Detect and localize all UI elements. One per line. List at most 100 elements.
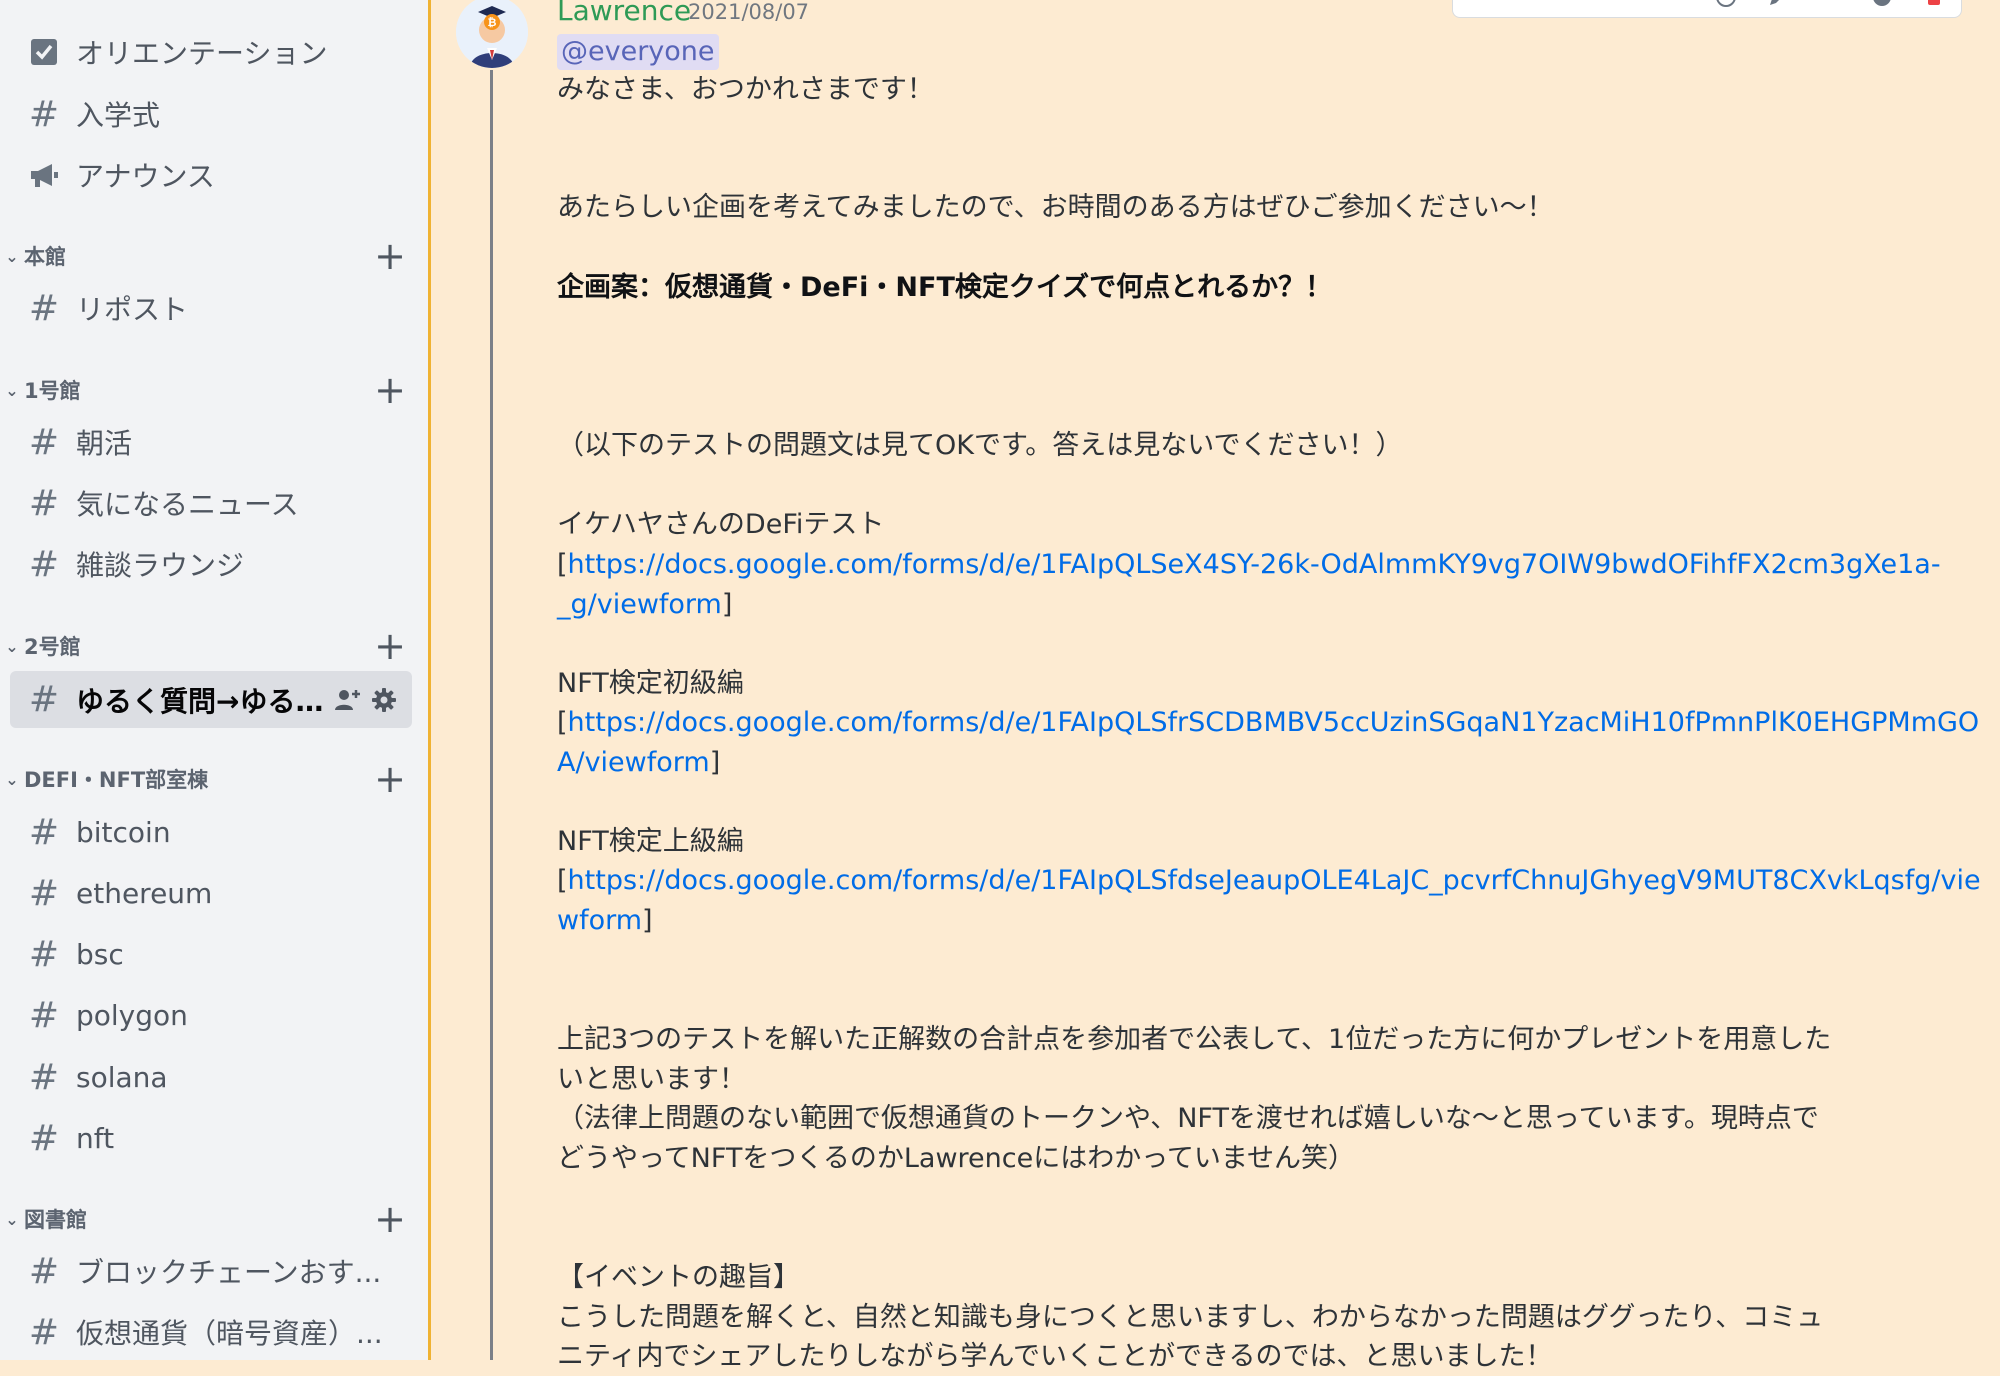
test-link-defi: [https://docs.google.com/forms/d/e/1FAIp…	[557, 546, 1941, 584]
link-nft-basic-line1[interactable]: https://docs.google.com/forms/d/e/1FAIpQ…	[568, 707, 1980, 738]
hash-icon: #	[28, 994, 60, 1036]
channel-blockchain-recommend[interactable]: # ブロックチェーンおす...	[10, 1244, 412, 1298]
channel-label: ブロックチェーンおす...	[76, 1256, 382, 1289]
channel-polygon[interactable]: # polygon	[10, 988, 412, 1042]
test-link-defi-cont: _g/viewform]	[557, 586, 1907, 624]
category-library[interactable]: ⌄ 図書館 +	[0, 1197, 410, 1241]
test-link-nft-advanced-cont: wform]	[557, 902, 1907, 940]
message-note: （以下のテストの問題文は見てOKです。答えは見ないでください！）	[557, 430, 1403, 461]
delete-icon[interactable]	[1921, 0, 1947, 10]
channel-label: 気になるニュース	[76, 488, 299, 521]
message-paragraph-1d: どうやってNFTをつくるのかLawrenceにはわかっていません笑）	[557, 1143, 1356, 1174]
bracket: ]	[709, 747, 721, 778]
channel-solana[interactable]: # solana	[10, 1050, 412, 1104]
hash-icon: #	[28, 872, 60, 914]
message-paragraph-2b: ニティ内でシェアしたりしながら学んでいくことができるのでは、と思いました！	[557, 1341, 1553, 1372]
category-defi-nft[interactable]: ⌄ DEFI・NFT部室棟 +	[0, 757, 410, 801]
hash-icon: #	[28, 287, 60, 329]
channel-label: 雑談ラウンジ	[76, 549, 245, 582]
test-link-nft-basic: [https://docs.google.com/forms/d/e/1FAIp…	[557, 704, 1979, 742]
test-label-nft-advanced: NFT検定上級編	[557, 826, 744, 857]
svg-text:₿: ₿	[488, 16, 497, 29]
category-honkan[interactable]: ⌄ 本館 +	[0, 234, 410, 278]
more-options-icon[interactable]	[1869, 0, 1895, 10]
bracket: [	[557, 549, 568, 580]
message-plan-title: 企画案：仮想通貨・DeFi・NFT検定クイズで何点とれるか？！	[557, 272, 1333, 303]
hash-icon: #	[28, 811, 60, 853]
channel-label: solana	[76, 1060, 168, 1094]
add-channel-button[interactable]: +	[370, 757, 410, 801]
category-label: 1号館	[24, 379, 81, 403]
channel-bitcoin[interactable]: # bitcoin	[10, 805, 412, 859]
hash-icon: #	[28, 93, 60, 135]
channel-orientation[interactable]: オリエンテーション	[10, 25, 412, 79]
channel-repost[interactable]: # リポスト	[10, 281, 412, 335]
hash-icon: #	[28, 543, 60, 585]
add-channel-button[interactable]: +	[370, 1197, 410, 1241]
channel-label: ethereum	[76, 876, 213, 910]
message-timestamp: 2021/08/07	[688, 0, 810, 24]
channel-label: bitcoin	[76, 815, 171, 849]
category-building-2[interactable]: ⌄ 2号館 +	[0, 624, 410, 668]
add-channel-button[interactable]: +	[370, 624, 410, 668]
add-channel-button[interactable]: +	[370, 368, 410, 412]
channel-crypto-assets[interactable]: # 仮想通貨（暗号資産）...	[10, 1305, 412, 1359]
chevron-down-icon: ⌄	[5, 246, 19, 266]
message-paragraph-1a: 上記3つのテストを解いた正解数の合計点を参加者で公表して、1位だった方に何かプレ…	[557, 1024, 1832, 1055]
add-channel-button[interactable]: +	[370, 234, 410, 278]
channel-label: 朝活	[76, 427, 133, 460]
category-label: 図書館	[24, 1208, 87, 1232]
bracket: [	[557, 707, 568, 738]
test-label-nft-basic: NFT検定初級編	[557, 668, 744, 699]
chevron-down-icon: ⌄	[5, 380, 19, 400]
link-defi-line1[interactable]: https://docs.google.com/forms/d/e/1FAIpQ…	[568, 549, 1941, 580]
mention-everyone[interactable]: @everyone	[557, 34, 719, 70]
channel-label: オリエンテーション	[76, 37, 328, 70]
channel-ethereum[interactable]: # ethereum	[10, 866, 412, 920]
link-nft-advanced-line2[interactable]: wform	[557, 905, 642, 936]
channel-news[interactable]: # 気になるニュース	[10, 476, 412, 530]
thread-line	[490, 70, 493, 1360]
link-nft-advanced-line1[interactable]: https://docs.google.com/forms/d/e/1FAIpQ…	[568, 865, 1981, 896]
test-label-defi: イケハヤさんのDeFiテスト	[557, 509, 885, 540]
section-heading: 【イベントの趣旨】	[557, 1262, 800, 1293]
link-defi-line2[interactable]: _g/viewform	[557, 589, 722, 620]
accent-divider	[428, 0, 431, 1360]
category-label: 本館	[24, 245, 66, 269]
hash-icon: #	[28, 482, 60, 524]
invite-member-icon[interactable]	[334, 686, 362, 714]
channel-bsc[interactable]: # bsc	[10, 927, 412, 981]
chevron-down-icon: ⌄	[5, 769, 19, 789]
link-nft-basic-line2[interactable]: A/viewform	[557, 747, 710, 778]
channel-nyugakushiki[interactable]: # 入学式	[10, 87, 412, 141]
message-paragraph-2a: こうした問題を解くと、自然と知識も身につくと思いますし、わからなかった問題はググ…	[557, 1302, 1824, 1333]
message-author[interactable]: Lawrence	[557, 0, 691, 27]
add-reaction-icon[interactable]	[1713, 0, 1739, 10]
megaphone-icon	[26, 157, 62, 193]
channel-label: リポスト	[76, 293, 189, 326]
message-toolbar	[1452, 0, 1962, 18]
test-link-nft-advanced: [https://docs.google.com/forms/d/e/1FAIp…	[557, 862, 1981, 900]
checkbox-icon	[26, 34, 62, 70]
thread-icon[interactable]	[1817, 0, 1843, 10]
hash-icon: #	[28, 421, 60, 463]
category-label: DEFI・NFT部室棟	[24, 768, 209, 792]
channel-label: ゆるく質問→ゆる...	[76, 684, 324, 718]
category-label: 2号館	[24, 635, 81, 659]
test-link-nft-basic-cont: A/viewform]	[557, 744, 1907, 782]
channel-sidebar: オリエンテーション # 入学式 アナウンス ⌄ 本館 + # リポスト ⌄ 1号…	[0, 0, 428, 1360]
avatar[interactable]: ₿	[456, 0, 528, 68]
channel-nft[interactable]: # nft	[10, 1111, 412, 1165]
bracket: ]	[721, 589, 733, 620]
hash-icon: #	[28, 1311, 60, 1353]
gear-icon[interactable]	[370, 686, 398, 714]
message-paragraph-1c: （法律上問題のない範囲で仮想通貨のトークンや、NFTを渡せれば嬉しいな〜と思って…	[557, 1103, 1819, 1134]
channel-lounge[interactable]: # 雑談ラウンジ	[10, 537, 412, 591]
category-building-1[interactable]: ⌄ 1号館 +	[0, 368, 410, 412]
channel-announce[interactable]: アナウンス	[10, 148, 412, 202]
channel-yuruku-shitsumon[interactable]: # ゆるく質問→ゆる...	[10, 671, 412, 728]
channel-asakatsu[interactable]: # 朝活	[10, 415, 412, 469]
edit-icon[interactable]	[1765, 0, 1791, 10]
channel-label: 入学式	[76, 99, 161, 132]
message-greeting: みなさま、おつかれさまです！	[557, 74, 934, 105]
